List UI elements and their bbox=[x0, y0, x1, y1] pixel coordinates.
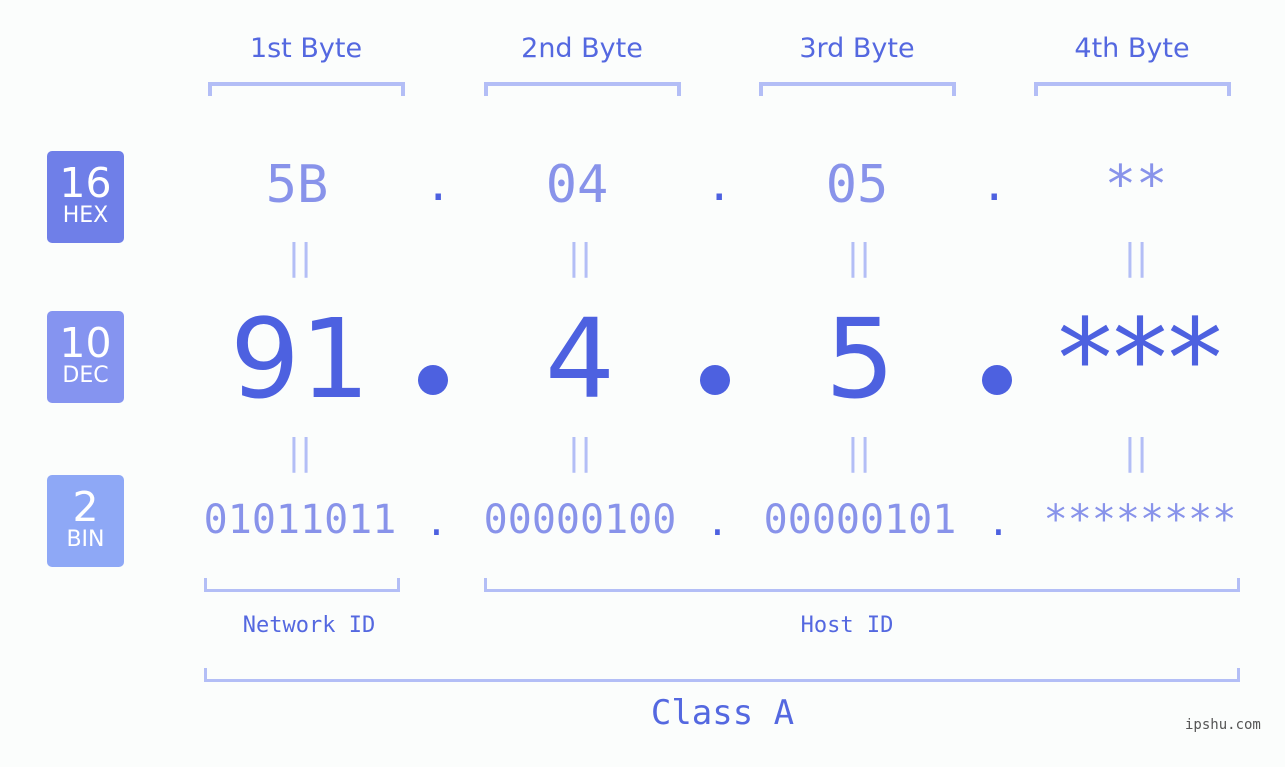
bin-separator: . bbox=[706, 500, 729, 544]
dec-base-label: DEC bbox=[62, 363, 109, 388]
hex-byte-1: 5B bbox=[265, 155, 329, 215]
equals-sign: || bbox=[567, 237, 593, 278]
dec-badge: 10 DEC bbox=[47, 311, 124, 403]
bin-byte-1: 01011011 bbox=[203, 497, 397, 543]
bin-byte-2: 00000100 bbox=[483, 497, 677, 543]
bin-badge: 2 BIN bbox=[47, 475, 124, 567]
hex-separator: . bbox=[425, 160, 452, 211]
bin-byte-4: ******** bbox=[1043, 497, 1237, 543]
host-id-label: Host ID bbox=[800, 613, 894, 638]
network-id-bracket bbox=[204, 578, 400, 592]
dec-byte-4: *** bbox=[1057, 295, 1223, 423]
hex-base-number: 16 bbox=[59, 159, 112, 207]
hex-separator: . bbox=[706, 160, 733, 211]
dec-base-number: 10 bbox=[59, 319, 112, 367]
bin-separator: . bbox=[987, 500, 1010, 544]
dec-separator bbox=[982, 365, 1012, 395]
byte-bracket-3 bbox=[759, 82, 956, 96]
byte-bracket-1 bbox=[208, 82, 405, 96]
equals-sign: || bbox=[567, 432, 593, 473]
equals-sign: || bbox=[1123, 432, 1149, 473]
equals-sign: || bbox=[287, 237, 313, 278]
hex-badge: 16 HEX bbox=[47, 151, 124, 243]
equals-sign: || bbox=[846, 432, 872, 473]
byte-header-3: 3rd Byte bbox=[799, 33, 915, 64]
equals-sign: || bbox=[846, 237, 872, 278]
dec-byte-1: 91 bbox=[230, 295, 370, 423]
hex-byte-3: 05 bbox=[825, 155, 889, 215]
bin-separator: . bbox=[425, 500, 448, 544]
byte-bracket-4 bbox=[1034, 82, 1231, 96]
equals-sign: || bbox=[1123, 237, 1149, 278]
dec-separator bbox=[700, 365, 730, 395]
host-id-bracket bbox=[484, 578, 1240, 592]
dec-byte-2: 4 bbox=[545, 295, 615, 423]
byte-header-4: 4th Byte bbox=[1074, 33, 1190, 64]
bin-base-label: BIN bbox=[66, 527, 105, 552]
hex-separator: . bbox=[981, 160, 1008, 211]
network-id-label: Network ID bbox=[242, 613, 376, 638]
hex-base-label: HEX bbox=[62, 203, 109, 228]
hex-byte-4: ** bbox=[1104, 155, 1168, 215]
watermark: ipshu.com bbox=[1185, 717, 1261, 733]
class-bracket bbox=[204, 668, 1240, 682]
byte-header-2: 2nd Byte bbox=[521, 33, 643, 64]
bin-base-number: 2 bbox=[72, 483, 99, 531]
class-label: Class A bbox=[650, 693, 795, 733]
byte-bracket-2 bbox=[484, 82, 681, 96]
equals-sign: || bbox=[287, 432, 313, 473]
bin-byte-3: 00000101 bbox=[763, 497, 957, 543]
hex-byte-2: 04 bbox=[545, 155, 609, 215]
byte-header-1: 1st Byte bbox=[249, 33, 363, 64]
dec-separator bbox=[418, 365, 448, 395]
dec-byte-3: 5 bbox=[825, 295, 895, 423]
